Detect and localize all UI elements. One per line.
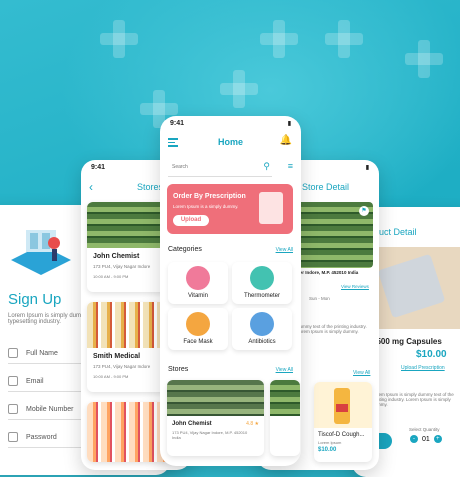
search-placeholder: Search — [172, 164, 188, 170]
plus-decoration-icon — [220, 70, 258, 108]
product-card[interactable]: Tiscof-D Cough... Lorem Ipsum $10.00 — [314, 382, 372, 462]
product-description: Lorem Ipsum is simply dummy text of the … — [372, 392, 454, 407]
antibiotics-icon — [250, 312, 274, 336]
banner-subtitle: Lorem Ipsum is a simply dummy. — [173, 204, 239, 209]
product-photo — [314, 382, 372, 428]
product-price: $10.00 — [416, 349, 447, 360]
quantity-stepper[interactable]: - 01 + — [410, 435, 442, 443]
product-card-price: $10.00 — [318, 447, 337, 453]
lock-icon — [8, 432, 18, 442]
banner-title: Order By Prescription — [173, 193, 246, 200]
search-icon: ⚲ — [263, 161, 270, 171]
plus-decoration-icon — [100, 20, 138, 58]
mail-icon — [8, 376, 18, 386]
mobile-label: Mobile Number — [26, 405, 74, 413]
stores-section-title: Stores — [168, 366, 189, 373]
store-detail-description: dummy text of the printing industry. Lor… — [297, 324, 367, 334]
category-label: Vitamin — [188, 293, 208, 299]
quantity-value: 01 — [422, 435, 430, 443]
store-detail-photo: ⚑ — [297, 202, 373, 268]
home-screen: 9:41 ▮ Home 🔔 Search ⚲ ≡ Order By Prescri… — [160, 116, 301, 466]
category-antibiotics[interactable]: Antibiotics — [232, 308, 292, 350]
store-address: 173 PU4, Vijay Nagar Indore, M.P. 452010… — [172, 430, 248, 440]
status-battery: ▮ — [365, 165, 369, 171]
stores-view-all-link[interactable]: View All — [276, 367, 293, 373]
plus-decoration-icon — [260, 20, 298, 58]
store-photo — [167, 380, 264, 416]
bookmark-icon[interactable]: ⚑ — [359, 206, 369, 216]
prescription-banner[interactable]: Order By Prescription Lorem Ipsum is a s… — [167, 184, 293, 234]
status-time: 9:41 — [170, 120, 185, 127]
store-detail-title: Store Detail — [302, 182, 350, 192]
password-label: Password — [26, 433, 57, 441]
status-time: 9:41 — [91, 164, 106, 171]
signup-title: Sign Up — [8, 291, 62, 308]
view-reviews-link[interactable]: View Reviews — [341, 284, 369, 289]
store-card[interactable] — [270, 380, 300, 456]
product-name: l 500 mg Capsules — [372, 337, 442, 346]
plus-decoration-icon — [405, 40, 443, 78]
category-label: Thermometer — [243, 293, 280, 299]
upload-button[interactable]: Upload — [173, 215, 209, 226]
full-name-label: Full Name — [26, 349, 58, 357]
category-vitamin[interactable]: Vitamin — [168, 262, 228, 304]
email-label: Email — [26, 377, 44, 385]
minus-icon[interactable]: - — [410, 435, 418, 443]
product-card-subtitle: Lorem Ipsum — [318, 440, 342, 445]
category-thermometer[interactable]: Thermometer — [232, 262, 292, 304]
product-card-name: Tiscof-D Cough... — [318, 432, 365, 438]
back-arrow-icon[interactable]: ‹ — [89, 180, 93, 194]
plus-decoration-icon — [325, 20, 363, 58]
quantity-label: Select Quantity — [409, 427, 440, 432]
categories-title: Categories — [168, 246, 202, 253]
product-image: ⚑ — [372, 247, 460, 329]
products-view-all-link[interactable]: View All — [353, 370, 370, 376]
store-detail-address: ger Indore, M.P. 452010 India — [297, 270, 359, 275]
category-label: Face Mask — [183, 339, 213, 345]
store-detail-hours: Sun - Mon — [309, 296, 330, 301]
category-face-mask[interactable]: Face Mask — [168, 308, 228, 350]
filter-icon[interactable]: ≡ — [288, 161, 293, 171]
face-mask-icon — [186, 312, 210, 336]
prescription-illustration-icon — [259, 192, 283, 224]
store-rating: 4.8 ★ — [246, 421, 259, 427]
upload-prescription-link[interactable]: Upload Prescription — [401, 365, 445, 371]
status-battery: ▮ — [287, 121, 291, 127]
thermometer-icon — [250, 266, 274, 290]
vitamin-icon — [186, 266, 210, 290]
search-input[interactable]: Search ⚲ — [168, 160, 272, 177]
categories-view-all-link[interactable]: View All — [276, 247, 293, 253]
phone-icon — [8, 404, 18, 414]
plus-icon[interactable]: + — [433, 435, 442, 443]
store-rating-value: 4.8 — [246, 421, 254, 427]
notification-bell-icon[interactable]: 🔔 — [280, 135, 292, 146]
store-card[interactable]: John Chemist 4.8 ★ 173 PU4, Vijay Nagar … — [167, 380, 264, 456]
store-photo — [270, 380, 300, 416]
pharmacy-illustration-icon — [6, 215, 76, 285]
category-label: Antibiotics — [248, 339, 276, 345]
user-icon — [8, 348, 18, 358]
